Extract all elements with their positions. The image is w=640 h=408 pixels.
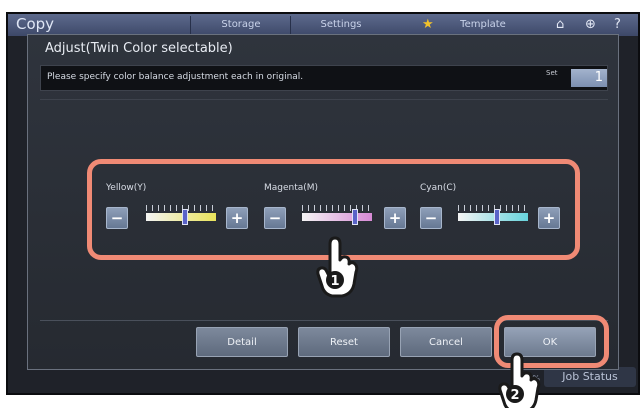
top-bar: Copy Storage Settings ★ Template ⌂ ⊕ ? [8, 14, 638, 36]
globe-icon[interactable]: ⊕ [585, 16, 596, 34]
help-icon[interactable]: ? [614, 16, 621, 34]
step2-number: 2 [510, 388, 519, 403]
reset-button[interactable]: Reset [298, 327, 390, 357]
app-title: Copy [16, 15, 55, 33]
info-bar: Please specify color balance adjustment … [40, 65, 608, 91]
step1-number: 1 [330, 274, 339, 289]
info-text: Please specify color balance adjustment … [47, 72, 304, 82]
tab-storage[interactable]: Storage [190, 16, 291, 34]
tab-settings[interactable]: Settings [290, 16, 391, 34]
dialog-title: Adjust(Twin Color selectable) [45, 41, 233, 56]
pointer-hand-icon: 2 [498, 352, 541, 408]
home-icon[interactable]: ⌂ [556, 16, 564, 34]
tab-template[interactable]: Template [438, 16, 528, 34]
detail-button[interactable]: Detail [196, 327, 288, 357]
set-label: Set [546, 69, 558, 77]
cancel-button[interactable]: Cancel [400, 327, 492, 357]
pointer-hand-icon: 1 [316, 236, 359, 298]
job-status-button[interactable]: Job Status [544, 367, 636, 387]
set-value: 1 [571, 69, 607, 87]
star-icon: ★ [422, 17, 434, 32]
